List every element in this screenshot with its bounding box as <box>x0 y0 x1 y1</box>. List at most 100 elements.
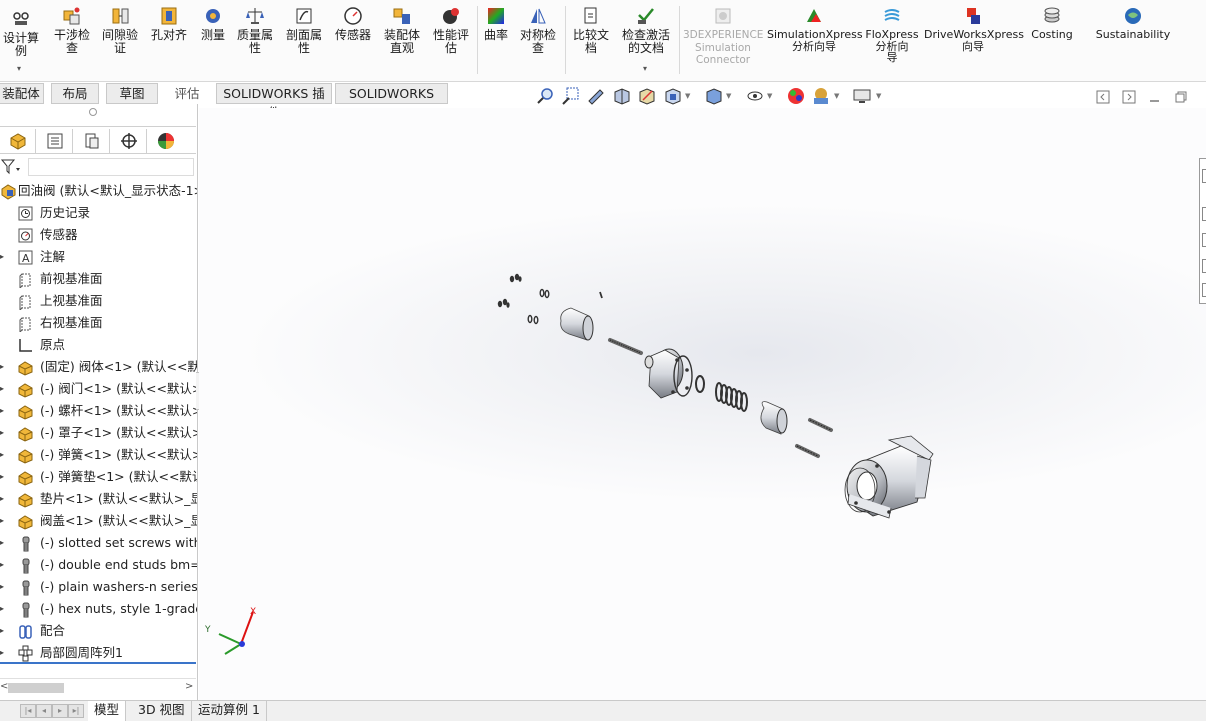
driveworks-button[interactable]: DriveWorksXpress 向导 <box>924 6 1024 52</box>
tree-item[interactable]: ▸ 局部圆周阵列1 <box>0 642 197 664</box>
tree-item[interactable]: ▸ (-) slotted set screws withlong dog poi… <box>0 532 197 554</box>
task-pane-tab[interactable] <box>1202 233 1206 247</box>
display-style-icon[interactable] <box>704 86 724 106</box>
expand-arrow-icon[interactable]: ▸ <box>0 246 8 268</box>
assembly-vis-button[interactable]: 装配体 直观 <box>380 6 424 54</box>
scroll-thumb[interactable] <box>8 683 64 693</box>
tab-model[interactable]: 模型 <box>88 701 127 721</box>
tab-motion-study[interactable]: 运动算例 1 <box>192 701 267 721</box>
last-tab-button[interactable]: ▸| <box>68 704 84 718</box>
minimize-icon[interactable] <box>1148 90 1162 104</box>
tree-item[interactable]: ▸ 垫片<1> (默认<<默认>_显示状态 1>) <box>0 488 197 510</box>
valve-body-part[interactable] <box>844 435 934 519</box>
view-settings-dropdown[interactable]: ▼ <box>876 92 881 100</box>
tab-solidworks-mbd[interactable]: SOLIDWORKS MBD <box>335 83 448 120</box>
section-view-icon[interactable] <box>612 86 632 106</box>
tab-sketch[interactable]: 草图 <box>106 83 158 104</box>
expand-arrow-icon[interactable]: ▸ <box>0 532 8 554</box>
tree-item[interactable]: ▸ (-) plain washers-n series-grade a <box>0 576 197 598</box>
hide-show-items-icon[interactable] <box>745 86 765 106</box>
clearance-button[interactable]: 间隙验 证 <box>98 6 142 54</box>
set-screw-part[interactable] <box>599 291 603 299</box>
tree-item[interactable]: 传感器 <box>0 224 197 246</box>
tree-item[interactable]: ▸ (-) double end studs bm=1d <box>0 554 197 576</box>
mass-props-button[interactable]: 质量属 性 <box>233 6 277 54</box>
task-pane-tab[interactable] <box>1202 207 1206 221</box>
edit-appearance-icon[interactable] <box>786 86 806 106</box>
expand-arrow-icon[interactable]: ▸ <box>0 378 8 400</box>
expand-arrow-icon[interactable]: ▸ <box>0 554 8 576</box>
rollback-bar[interactable] <box>0 662 196 664</box>
tab-3d-view[interactable]: 3D 视图 <box>132 701 192 721</box>
task-pane-tab[interactable] <box>1202 283 1206 297</box>
washer-part[interactable] <box>527 288 550 325</box>
gasket-part[interactable] <box>695 375 705 393</box>
expand-arrow-icon[interactable]: ▸ <box>0 510 8 532</box>
performance-button[interactable]: 性能评 估 <box>429 6 473 54</box>
expand-arrow-icon[interactable]: ▸ <box>0 488 8 510</box>
expand-arrow-icon[interactable]: ▸ <box>0 466 8 488</box>
view-settings-icon[interactable] <box>852 86 872 106</box>
sustainability-button[interactable]: Sustainability <box>1090 6 1176 41</box>
display-manager-tab[interactable] <box>148 129 184 153</box>
task-pane-tab[interactable] <box>1202 169 1206 183</box>
screw-rod-part[interactable] <box>608 338 643 355</box>
tree-item[interactable]: ▸ (-) 罩子<1> (默认<<默认>_显示状态 1>) <box>0 422 197 444</box>
expand-arrow-icon[interactable]: ▸ <box>0 356 8 378</box>
panel-grip[interactable] <box>89 108 97 116</box>
previous-view-icon[interactable] <box>586 86 606 106</box>
configuration-manager-tab[interactable] <box>74 129 110 153</box>
tree-horizontal-scrollbar[interactable]: < > <box>0 678 196 696</box>
expand-arrow-icon[interactable]: ▸ <box>0 400 8 422</box>
tile-left-icon[interactable] <box>1096 90 1110 104</box>
dynamic-annotation-icon[interactable] <box>637 86 657 106</box>
task-pane-tabs[interactable] <box>1199 158 1206 304</box>
design-study-button[interactable]: 设计算 例 <box>0 9 42 57</box>
compare-docs-button[interactable]: 比较文 档 <box>569 6 613 54</box>
section-props-button[interactable]: 剖面属 性 <box>282 6 326 54</box>
interference-button[interactable]: 干涉检 查 <box>50 6 94 54</box>
sensor-button[interactable]: 传感器 <box>331 6 375 42</box>
tree-item[interactable]: ▸ (-) hex nuts, style 1-grades a and b <box>0 598 197 620</box>
apply-scene-icon[interactable] <box>811 86 831 106</box>
expand-arrow-icon[interactable]: ▸ <box>0 576 8 598</box>
tree-item[interactable]: ▸ (-) 弹簧<1> (默认<<默认>_显示状态 1>) <box>0 444 197 466</box>
scroll-right-icon[interactable]: > <box>185 681 193 692</box>
filter-input[interactable] <box>28 158 194 176</box>
tree-item[interactable]: ▸ 阀盖<1> (默认<<默认>_显示状态 1>) <box>0 510 197 532</box>
tree-item[interactable]: ▸ (-) 螺杆<1> (默认<<默认>_显示状态 1>) <box>0 400 197 422</box>
check-active-dropdown[interactable]: ▾ <box>643 64 647 73</box>
bonnet-part[interactable] <box>644 348 693 399</box>
tree-item[interactable]: ▸ (-) 弹簧垫<1> (默认<<默认>_显示状态 1>) <box>0 466 197 488</box>
property-manager-tab[interactable] <box>37 129 73 153</box>
symmetry-button[interactable]: 对称检 查 <box>516 6 560 54</box>
floxpress-button[interactable]: FloXpress 分析向 导 <box>864 6 920 64</box>
3dx-sim-button[interactable]: 3DEXPERIENCE Simulation Connector <box>683 6 763 67</box>
first-tab-button[interactable]: |◂ <box>20 704 36 718</box>
measure-button[interactable]: 测量 <box>196 6 230 42</box>
tile-right-icon[interactable] <box>1122 90 1136 104</box>
expand-arrow-icon[interactable]: ▸ <box>0 598 8 620</box>
design-study-dropdown[interactable]: ▾ <box>17 64 21 73</box>
tree-root[interactable]: 回油阀 (默认<默认_显示状态-1>) <box>0 180 197 202</box>
expand-arrow-icon[interactable]: ▸ <box>0 422 8 444</box>
feature-manager-tab[interactable] <box>0 129 36 153</box>
graphics-area[interactable]: X Y <box>199 108 1206 700</box>
double-end-stud-part[interactable] <box>795 418 833 458</box>
hide-show-dropdown[interactable]: ▼ <box>767 92 772 100</box>
dimxpert-manager-tab[interactable] <box>111 129 147 153</box>
filter-icon[interactable] <box>1 159 23 175</box>
view-orientation-icon[interactable] <box>663 86 683 106</box>
tree-item[interactable]: 原点 <box>0 334 197 356</box>
expand-arrow-icon[interactable]: ▸ <box>0 620 8 642</box>
valve-plug-part[interactable] <box>760 401 788 435</box>
spring-part[interactable] <box>715 382 748 412</box>
costing-button[interactable]: Costing <box>1026 6 1078 41</box>
zoom-to-area-icon[interactable] <box>561 86 581 106</box>
apply-scene-dropdown[interactable]: ▼ <box>834 92 839 100</box>
hex-nut-part[interactable] <box>497 273 522 308</box>
cap-part[interactable] <box>560 307 594 341</box>
tab-layout[interactable]: 布局 <box>51 83 99 104</box>
tree-item[interactable]: ▸ (固定) 阀体<1> (默认<<默认>_显示状态 1>) <box>0 356 197 378</box>
tree-item[interactable]: 前视基准面 <box>0 268 197 290</box>
